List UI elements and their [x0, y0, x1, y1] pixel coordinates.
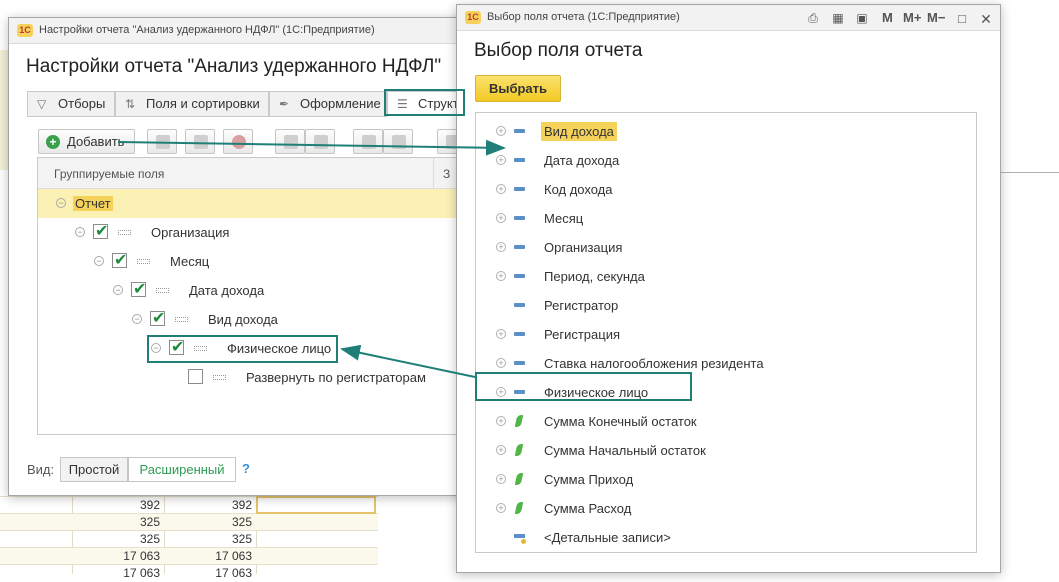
arrow-add-to-field-list [117, 139, 506, 156]
arrow-field-to-tree [340, 344, 476, 378]
annotation-arrows [117, 139, 506, 378]
